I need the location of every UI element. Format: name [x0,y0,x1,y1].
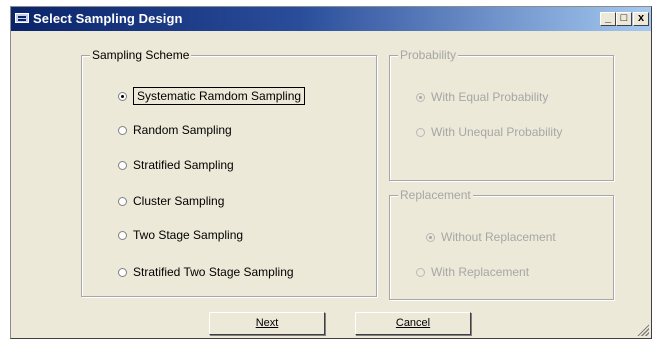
radio-stratified-two-stage-sampling[interactable]: Stratified Two Stage Sampling [118,265,294,279]
maximize-icon: □ [620,12,628,24]
option-label: Random Sampling [133,123,232,137]
radio-random-sampling[interactable]: Random Sampling [118,123,232,137]
radio-with-equal-probability[interactable]: With Equal Probability [416,90,548,104]
probability-group: Probability With Equal Probability With … [389,48,614,181]
app-icon [15,13,29,23]
cancel-button[interactable]: Cancel [355,312,471,335]
option-label: With Replacement [431,265,530,279]
radio-button-icon [416,267,425,277]
dialog-window: Select Sampling Design _ □ x Sampling Sc… [10,6,652,339]
next-button[interactable]: Next [209,312,325,335]
close-button[interactable]: x [633,12,649,26]
resize-grip-icon[interactable] [637,324,649,336]
radio-button-icon [118,267,127,277]
radio-button-icon [118,125,127,135]
title-bar[interactable]: Select Sampling Design _ □ x [11,7,651,31]
radio-systematic-random-sampling[interactable]: Systematic Ramdom Sampling [118,87,306,105]
option-label: Without Replacement [441,230,556,244]
maximize-button[interactable]: □ [616,12,632,26]
option-label: Stratified Sampling [133,158,234,172]
radio-stratified-sampling[interactable]: Stratified Sampling [118,158,234,172]
option-label: Two Stage Sampling [133,228,244,242]
minimize-button[interactable]: _ [600,12,616,26]
option-label: With Unequal Probability [431,125,563,139]
window-title: Select Sampling Design [33,11,183,26]
sampling-scheme-group: Sampling Scheme Systematic Ramdom Sampli… [81,48,377,297]
radio-with-replacement[interactable]: With Replacement [416,265,529,279]
replacement-label: Replacement [398,188,473,202]
minimize-icon: _ [604,12,612,24]
sampling-scheme-label: Sampling Scheme [90,48,192,62]
radio-button-icon [416,127,425,137]
radio-cluster-sampling[interactable]: Cluster Sampling [118,194,224,208]
radio-button-icon [118,160,127,170]
radio-two-stage-sampling[interactable]: Two Stage Sampling [118,228,243,242]
option-label: Cluster Sampling [133,194,225,208]
option-label: Stratified Two Stage Sampling [133,265,294,279]
radio-with-unequal-probability[interactable]: With Unequal Probability [416,125,562,139]
radio-button-icon [118,196,127,206]
radio-button-checked-icon [118,91,127,101]
radio-button-checked-icon [416,92,425,102]
close-icon: x [637,12,645,24]
radio-button-checked-icon [426,232,435,242]
replacement-group: Replacement Without Replacement With Rep… [389,188,614,300]
option-label: Systematic Ramdom Sampling [133,87,306,105]
option-label: With Equal Probability [431,90,549,104]
probability-label: Probability [398,48,459,62]
radio-button-icon [118,230,127,240]
radio-without-replacement[interactable]: Without Replacement [426,230,556,244]
